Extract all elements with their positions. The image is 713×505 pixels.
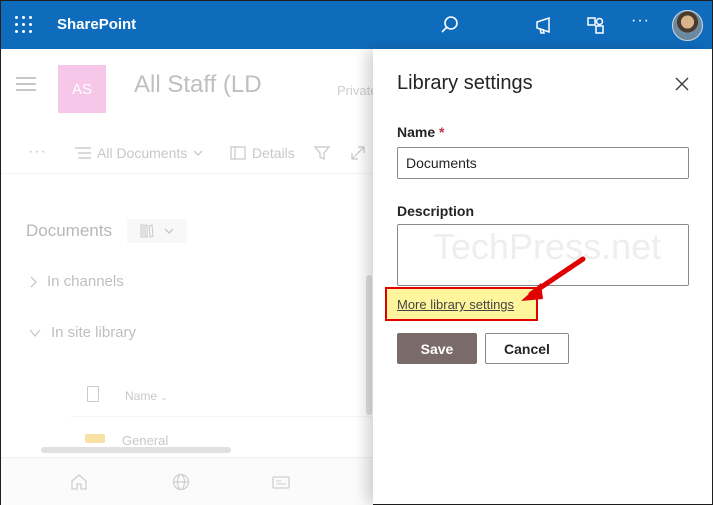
site-privacy: Private [337,83,378,98]
documents-heading: Documents [26,221,112,240]
details-label: Details [252,145,295,161]
home-icon[interactable] [69,472,89,492]
command-bar: ··· All Documents Details [1,139,373,173]
library-view-button[interactable] [127,219,187,243]
hamburger-icon[interactable] [16,77,36,91]
file-type-icon [87,386,99,402]
search-icon[interactable] [438,13,462,37]
list-icon [75,147,91,159]
chevron-down-icon [193,150,203,156]
chevron-down-icon [29,329,41,337]
site-title[interactable]: All Staff (LD [134,71,262,99]
close-icon[interactable] [671,73,693,95]
globe-icon[interactable] [171,472,191,492]
horizontal-scrollbar[interactable] [25,446,365,454]
folder-icon [85,434,105,443]
avatar[interactable] [672,10,703,41]
more-commands-icon[interactable]: ··· [28,143,47,161]
chevron-right-icon [30,276,37,287]
chevron-down-icon [164,228,174,234]
tree-item-in-site-library[interactable]: In site library [29,324,136,341]
name-label: Name * [397,124,445,140]
view-switcher[interactable]: All Documents [75,145,203,161]
more-library-settings-link[interactable]: More library settings [397,297,514,312]
footer-nav [1,457,373,505]
red-arrow-annotation [521,256,586,301]
name-field[interactable] [397,147,689,179]
expand-icon[interactable] [350,145,366,161]
megaphone-icon[interactable] [533,13,557,37]
library-settings-panel: Library settings Name * Description Tech… [373,49,712,504]
site-logo[interactable]: AS [58,65,106,113]
more-icon[interactable]: ··· [631,12,655,36]
details-button[interactable]: Details [230,145,295,161]
divider [1,173,373,174]
filter-icon[interactable] [314,145,330,161]
site-page: AS All Staff (LD Private ··· All Documen… [1,49,377,505]
news-icon[interactable] [271,472,291,492]
details-icon [230,146,246,160]
vertical-scrollbar[interactable] [365,265,373,435]
tree-item-in-channels[interactable]: In channels [29,273,124,290]
settings-icon[interactable] [583,13,607,37]
tree-item-label: In channels [47,273,124,290]
required-indicator: * [439,124,445,140]
description-label: Description [397,203,475,219]
row-divider [71,416,371,417]
save-button[interactable]: Save [397,333,477,364]
waffle-icon[interactable] [15,16,33,34]
view-label: All Documents [97,145,188,161]
panel-title: Library settings [397,72,533,94]
suite-header: SharePoint ··· [1,1,712,49]
app-name[interactable]: SharePoint [57,16,136,33]
library-icon [140,224,154,238]
column-header-name[interactable]: Name ⌄ [125,389,168,403]
tree-item-label: In site library [51,324,137,341]
cancel-button[interactable]: Cancel [485,333,569,364]
